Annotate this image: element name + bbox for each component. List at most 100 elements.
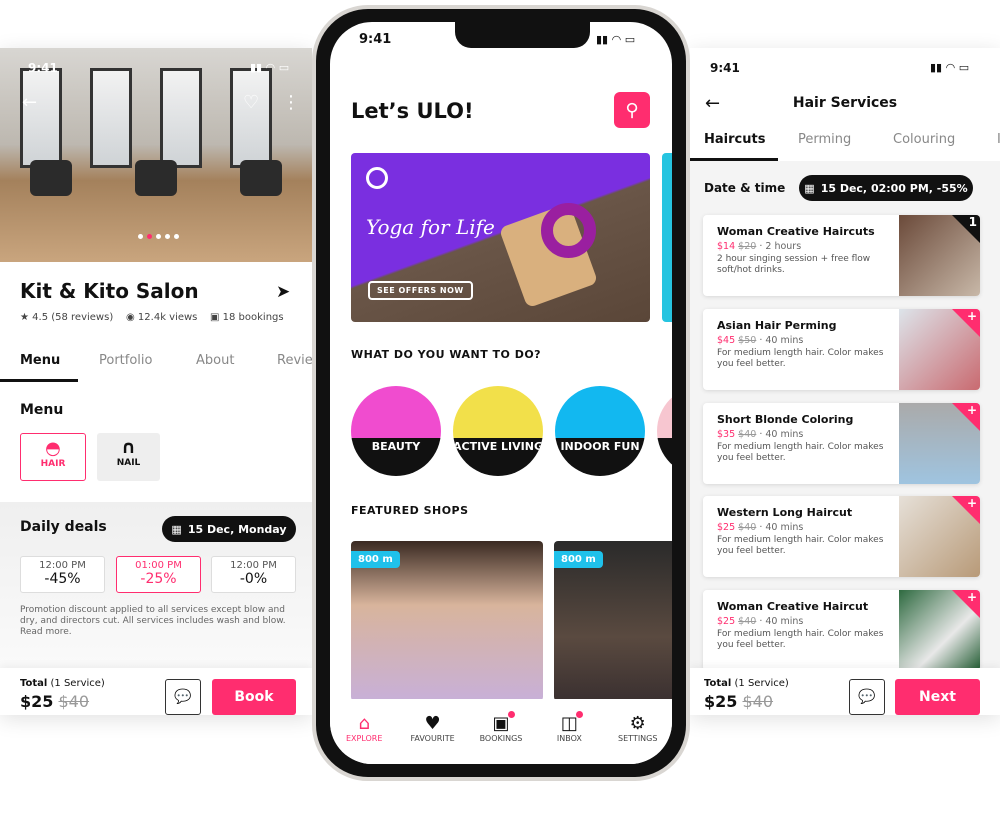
gear-icon: ⚙ [629, 713, 646, 734]
add-icon[interactable]: + [952, 403, 980, 431]
service-card[interactable]: Woman Creative Haircut $25 $40 · 40 mins… [703, 590, 980, 671]
nav-settings[interactable]: ⚙ SETTINGS [608, 713, 668, 764]
tab-about[interactable]: About [196, 353, 234, 368]
service-image: + [899, 309, 980, 390]
add-icon[interactable]: + [952, 590, 980, 618]
service-name: Woman Creative Haircuts [717, 225, 875, 238]
category-hair[interactable]: ◓ HAIR [20, 433, 86, 481]
signal-icon: ▮▮ ◠ ▭ [930, 61, 970, 74]
nav-bookings[interactable]: ▣ BOOKINGS [471, 711, 531, 764]
views: ◉ 12.4k views [126, 312, 197, 323]
service-card[interactable]: Woman Creative Haircuts $14 $20 · 2 hour… [703, 215, 980, 296]
page-title: Hair Services [792, 95, 898, 111]
total-label: Total [704, 678, 732, 689]
total-count: (1 Service) [50, 678, 105, 689]
menu-title: Menu [20, 402, 64, 418]
service-name: Woman Creative Haircut [717, 600, 869, 613]
salon-name: Kit & Kito Salon [20, 279, 199, 303]
eye-icon: ◉ [126, 312, 135, 323]
heart-icon[interactable]: ♡ [243, 92, 259, 113]
service-name: Short Blonde Coloring [717, 413, 854, 426]
bookings: ▣ 18 bookings [210, 312, 284, 323]
nav-explore[interactable]: ⌂ EXPLORE [334, 713, 394, 764]
section-title: WHAT DO YOU WANT TO DO? [351, 348, 542, 361]
rating: ★ 4.5 (58 reviews) [20, 312, 113, 323]
hair-services-screen: 9:41 ▮▮ ◠ ▭ ← Hair Services Haircuts Per… [690, 48, 1000, 715]
service-card[interactable]: Short Blonde Coloring $35 $40 · 40 mins … [703, 403, 980, 484]
service-image: + [899, 496, 980, 577]
activity-active-living[interactable]: ACTIVE LIVING [453, 386, 543, 476]
category-nail[interactable]: ∩ NAIL [97, 433, 160, 481]
service-price: $25 $40 · 40 mins [717, 522, 804, 533]
section-title: FEATURED SHOPS [351, 504, 469, 517]
service-card[interactable]: Western Long Haircut $25 $40 · 40 mins F… [703, 496, 980, 577]
service-name: Asian Hair Perming [717, 319, 837, 332]
category-label: NAIL [116, 458, 141, 468]
activity-beauty[interactable]: BEAUTY [351, 386, 441, 476]
more-icon[interactable]: ⋮ [282, 92, 300, 113]
distance-badge: 800 m [554, 551, 603, 568]
total-count: (1 Service) [734, 678, 789, 689]
tab-perming[interactable]: Perming [798, 132, 851, 147]
bookings-text: 18 bookings [222, 312, 284, 323]
service-image: + [899, 590, 980, 671]
add-icon[interactable]: + [952, 309, 980, 337]
home-icon: ⌂ [358, 713, 370, 734]
back-arrow-icon[interactable]: ← [22, 92, 37, 113]
salon-photo [0, 48, 312, 262]
carousel-dots[interactable] [138, 234, 179, 239]
heart-icon: ♥ [424, 713, 441, 734]
star-icon: ★ [20, 312, 29, 323]
service-desc: For medium length hair. Color makes you … [717, 442, 884, 463]
page-title: Let’s ULO! [351, 99, 474, 123]
tab-menu[interactable]: Menu [20, 353, 60, 368]
deals-date: 15 Dec, Monday [187, 522, 287, 536]
service-price: $35 $40 · 40 mins [717, 429, 804, 440]
nav-inbox[interactable]: ◫ INBOX [539, 711, 599, 764]
promo-banner[interactable]: Yoga for Life SEE OFFERS NOW [351, 153, 650, 322]
deal-slot[interactable]: 12:00 PM -0% [211, 556, 296, 593]
add-icon[interactable]: + [952, 496, 980, 524]
tab-haircuts[interactable]: Haircuts [704, 132, 765, 147]
search-button[interactable]: ⚲ [614, 92, 650, 128]
service-name: Western Long Haircut [717, 506, 853, 519]
views-text: 12.4k views [137, 312, 198, 323]
explore-screen: 9:41 ▮▮ ◠ ▭ Let’s ULO! ⚲ Yoga for Life S… [330, 22, 672, 764]
nav-favourite[interactable]: ♥ FAVOURITE [403, 713, 463, 764]
service-price: $45 $50 · 40 mins [717, 335, 804, 346]
deals-date-picker[interactable]: ▦ 15 Dec, Monday [162, 516, 296, 542]
tab-portfolio[interactable]: Portfolio [99, 353, 152, 368]
category-label: HAIR [40, 459, 66, 469]
old-price: $40 [742, 692, 774, 711]
count-badge[interactable]: 1 [952, 215, 980, 243]
tab-colouring[interactable]: Colouring [893, 132, 955, 147]
shop-card[interactable]: 800 m [554, 541, 672, 701]
shop-card[interactable]: 800 m [351, 541, 543, 701]
chat-icon: 💬 [858, 689, 876, 705]
phone-frame: 9:41 ▮▮ ◠ ▭ Let’s ULO! ⚲ Yoga for Life S… [312, 5, 690, 781]
chat-button[interactable]: 💬 [165, 679, 201, 715]
deal-slot-selected[interactable]: 01:00 PM -25% [116, 556, 201, 593]
chat-button[interactable]: 💬 [849, 679, 885, 715]
service-price: $14 $20 · 2 hours [717, 241, 802, 252]
chat-icon: 💬 [174, 689, 192, 705]
total-label: Total [20, 678, 48, 689]
navigate-icon[interactable]: ➤ [276, 282, 290, 302]
next-banner[interactable] [662, 153, 672, 322]
tab-reviews[interactable]: Revie [277, 353, 312, 368]
activity-indoor-fun[interactable]: INDOOR FUN [555, 386, 645, 476]
date-label: Date & time [704, 181, 786, 195]
next-button[interactable]: Next [895, 679, 980, 715]
rating-text: 4.5 (58 reviews) [32, 312, 114, 323]
service-card[interactable]: Asian Hair Perming $45 $50 · 40 mins For… [703, 309, 980, 390]
see-offers-button[interactable]: SEE OFFERS NOW [368, 281, 473, 300]
date-time-picker[interactable]: ▦ 15 Dec, 02:00 PM, -55% [799, 175, 973, 201]
deal-slot[interactable]: 12:00 PM -45% [20, 556, 105, 593]
activity-more[interactable]: E [657, 386, 672, 476]
calendar-icon: ▦ [804, 181, 815, 195]
bag-icon: ▣ [210, 312, 220, 323]
book-button[interactable]: Book [212, 679, 296, 715]
service-image: + [899, 403, 980, 484]
promo-text: Promotion discount applied to all servic… [20, 605, 286, 637]
service-desc: For medium length hair. Color makes you … [717, 535, 884, 556]
